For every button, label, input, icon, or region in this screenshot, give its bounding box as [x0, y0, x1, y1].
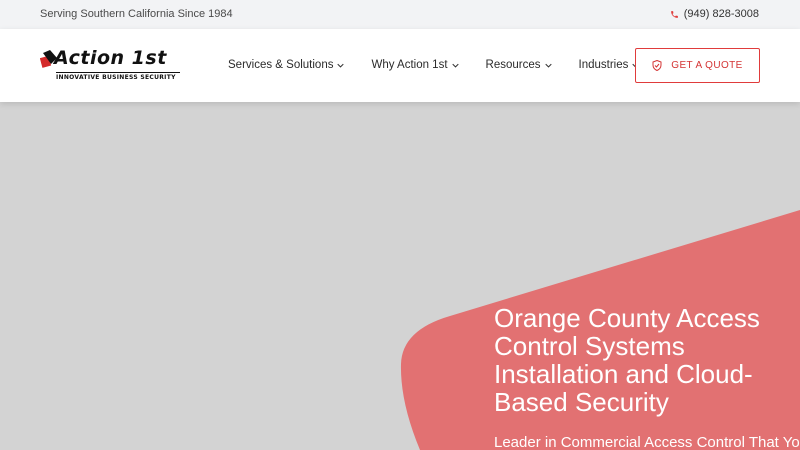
hero-subtitle: Leader in Commercial Access Control That… — [494, 434, 800, 450]
top-info-bar: Serving Southern California Since 1984 (… — [0, 0, 800, 29]
shield-check-icon — [652, 60, 662, 71]
nav-item-label: Why Action 1st — [371, 59, 448, 71]
main-nav: Services & Solutions Why Action 1st Reso… — [228, 59, 666, 71]
get-a-quote-button[interactable]: GET A QUOTE — [635, 48, 760, 83]
hero-title: Orange County Access Control Systems Ins… — [494, 303, 760, 417]
logo-wordmark: Action 1st — [54, 47, 167, 69]
chevron-down-icon — [451, 63, 459, 68]
phone-link[interactable]: (949) 828-3008 — [670, 8, 759, 20]
get-a-quote-label: GET A QUOTE — [671, 60, 743, 71]
nav-item-label: Industries — [578, 59, 629, 71]
nav-industries[interactable]: Industries — [579, 59, 640, 71]
nav-services-solutions[interactable]: Services & Solutions — [228, 59, 345, 71]
nav-resources[interactable]: Resources — [486, 59, 552, 71]
nav-why-action-1st[interactable]: Why Action 1st — [371, 59, 459, 71]
logo[interactable]: Action 1st INNOVATIVE BUSINESS SECURITY — [40, 47, 182, 83]
logo-subtitle: INNOVATIVE BUSINESS SECURITY — [56, 72, 180, 81]
phone-icon — [670, 10, 678, 18]
site-header: Action 1st INNOVATIVE BUSINESS SECURITY … — [0, 29, 800, 102]
chevron-down-icon — [337, 63, 345, 68]
hero-section: Orange County Access Control Systems Ins… — [0, 102, 800, 450]
nav-item-label: Resources — [485, 59, 541, 71]
chevron-down-icon — [544, 63, 552, 68]
tagline: Serving Southern California Since 1984 — [40, 8, 233, 20]
phone-number: (949) 828-3008 — [683, 8, 759, 20]
nav-item-label: Services & Solutions — [228, 59, 334, 71]
